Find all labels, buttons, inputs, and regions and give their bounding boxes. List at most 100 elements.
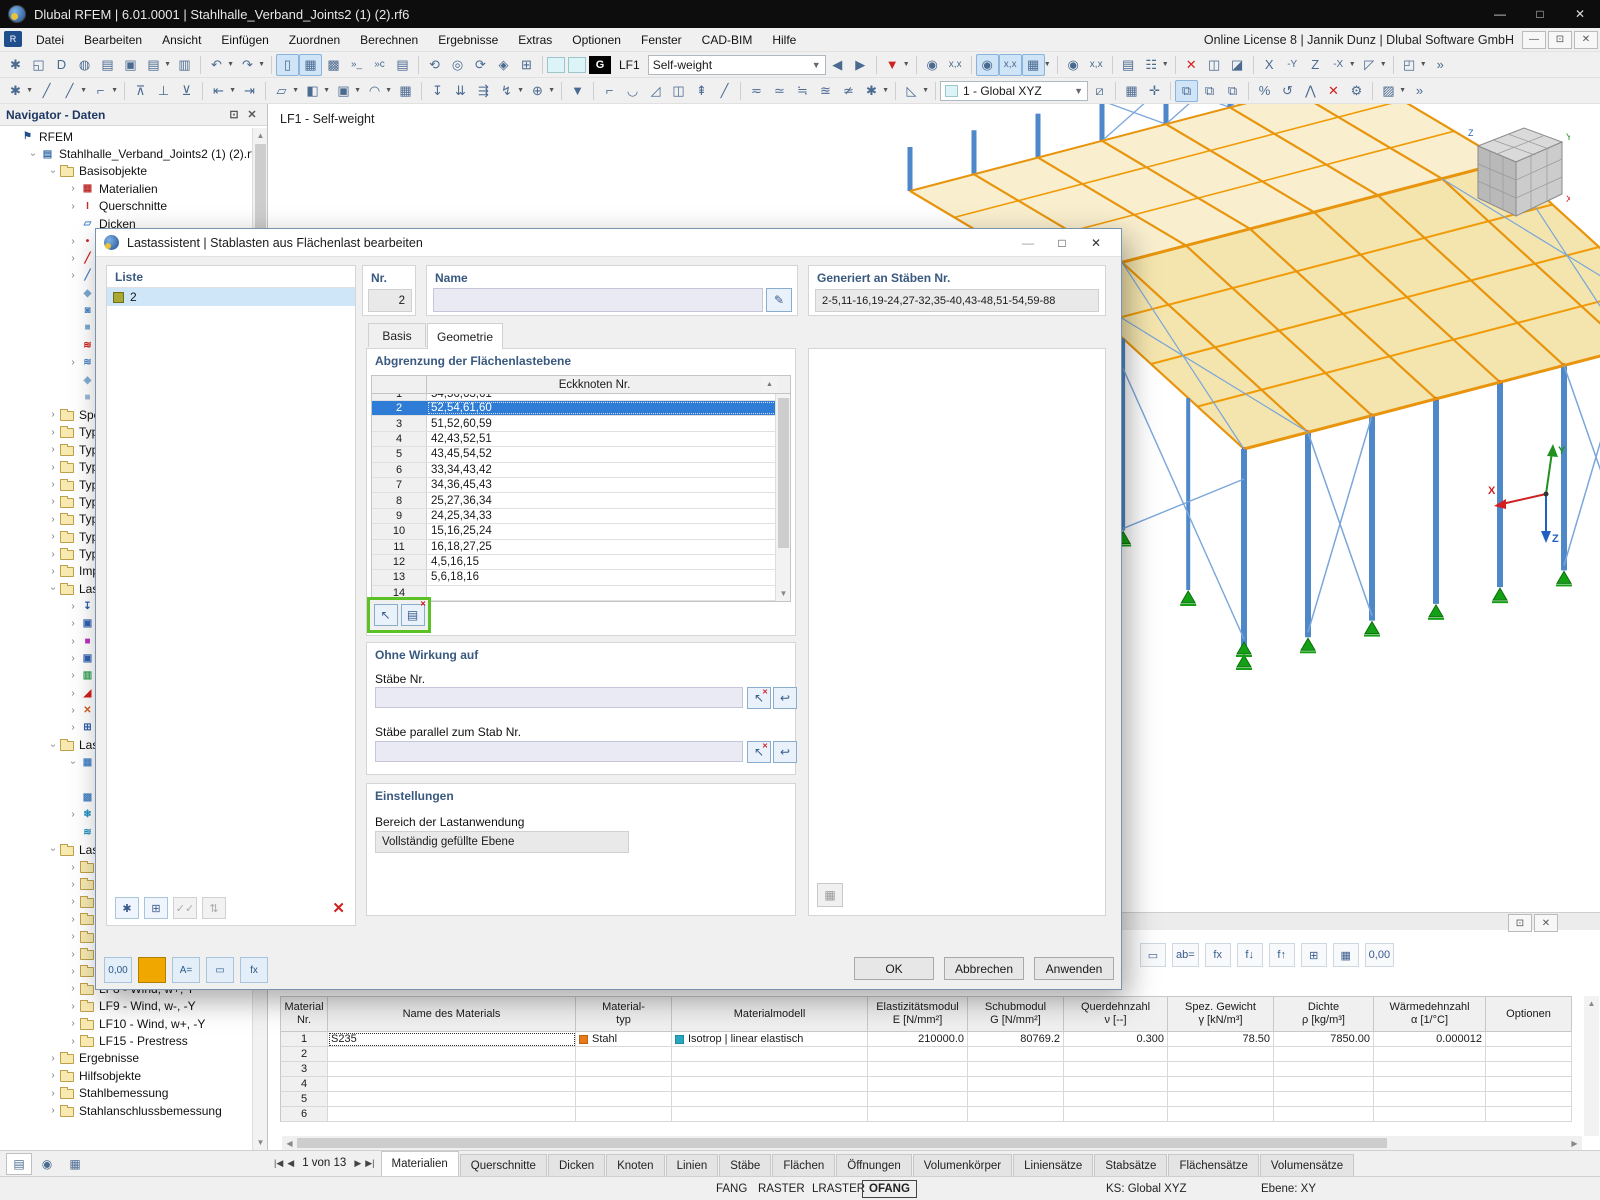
tree-expander-icon[interactable]: › <box>66 1036 80 1047</box>
cancel-button[interactable]: Abbrechen <box>944 957 1024 980</box>
export-formula-icon[interactable]: f↑ <box>1268 943 1295 967</box>
tree-expander-icon[interactable]: › <box>28 147 39 161</box>
units-settings-icon[interactable]: 0,00 <box>104 957 132 983</box>
tree-expander-icon[interactable]: › <box>46 1070 60 1081</box>
tree-expander-icon[interactable]: › <box>66 670 80 681</box>
menu-hilfe[interactable]: Hilfe <box>762 28 806 52</box>
navigator-float-icon[interactable]: ⊡ <box>225 108 243 121</box>
tree-expander-icon[interactable]: › <box>48 164 59 178</box>
cell-alpha[interactable] <box>1374 1077 1486 1092</box>
navigator-tab-data[interactable]: ▤ <box>6 1152 32 1175</box>
cell-gamma[interactable] <box>1168 1092 1274 1107</box>
dialog-close-button[interactable]: ✕ <box>1079 231 1113 255</box>
corner-node-row[interactable]: 12 4,5,16,15 <box>372 554 777 571</box>
cell-alpha[interactable] <box>1374 1092 1486 1107</box>
load-frame-icon[interactable]: ≊ <box>814 80 837 102</box>
result-beam-icon[interactable]: ⇞ <box>690 80 713 102</box>
tree-expander-icon[interactable]: › <box>46 1053 60 1064</box>
snap-toggle-fang[interactable]: FANG <box>710 1180 753 1198</box>
table-tab-flächensätze[interactable]: Flächensätze <box>1168 1154 1259 1176</box>
view-center-icon[interactable]: ◎ <box>446 54 469 76</box>
tree-expander-icon[interactable]: › <box>46 1105 60 1116</box>
corner-node-row[interactable]: 8 25,27,36,34 <box>372 493 777 509</box>
tables-panel-icon[interactable]: ▦ <box>299 53 322 76</box>
staebe-nr-input[interactable] <box>375 687 743 708</box>
new-surface-icon[interactable]: ▱ ▼ <box>270 80 300 102</box>
navigator-tab-display[interactable]: ◉ <box>34 1153 60 1175</box>
cell-nu[interactable] <box>1064 1107 1168 1122</box>
cell-g[interactable] <box>968 1092 1064 1107</box>
work-plane-xy-icon[interactable]: ⧉ <box>1175 79 1198 102</box>
table-vertical-scrollbar[interactable]: ▲ <box>1584 996 1599 1136</box>
tree-expander-icon[interactable]: › <box>66 236 80 247</box>
cell-typ[interactable] <box>576 1092 672 1107</box>
cell-g[interactable] <box>968 1077 1064 1092</box>
corner-node-row[interactable]: 9 24,25,34,33 <box>372 508 777 525</box>
cell-name[interactable]: S235 <box>328 1032 576 1047</box>
cell-alpha[interactable]: 0.000012 <box>1374 1032 1486 1047</box>
corner-node-row[interactable]: 10 15,16,25,24 <box>372 524 777 540</box>
corner-node-value[interactable]: 15,16,25,24 <box>427 524 777 538</box>
menu-extras[interactable]: Extras <box>508 28 562 52</box>
corner-node-row[interactable]: 13 5,6,18,16 <box>372 570 777 586</box>
tree-expander-icon[interactable]: › <box>66 1001 80 1012</box>
corner-node-value[interactable]: 25,27,36,34 <box>427 493 777 507</box>
window-minimize-button[interactable]: — <box>1480 0 1520 28</box>
cell-e[interactable]: 210000.0 <box>868 1032 968 1047</box>
search-in-table-icon[interactable]: ab= <box>1172 943 1199 967</box>
view-in-minus-x-icon[interactable]: -X ▼ <box>1327 54 1356 76</box>
cell-typ[interactable] <box>576 1062 672 1077</box>
tree-expander-icon[interactable]: › <box>46 1088 60 1099</box>
tree-item[interactable]: ⚑ RFEM <box>0 128 252 145</box>
color-swatch-icon[interactable] <box>138 957 166 983</box>
tree-expander-icon[interactable]: › <box>66 688 80 699</box>
cell-g[interactable] <box>968 1107 1064 1122</box>
table-tab-flächen[interactable]: Flächen <box>772 1154 836 1176</box>
new-entry-icon[interactable]: ✱ <box>115 897 139 919</box>
parallel-input[interactable] <box>375 741 743 762</box>
filter-loads-icon[interactable]: ▼ ▼ <box>881 54 910 76</box>
scroll-up-icon[interactable]: ▲ <box>762 376 777 393</box>
new-polyline-icon[interactable]: ⌐ ▼ <box>89 80 118 102</box>
preview-settings-button[interactable]: ▦ <box>817 883 843 907</box>
cell-gamma[interactable]: 78.50 <box>1168 1032 1274 1047</box>
edit-name-button[interactable]: ✎ <box>766 288 792 312</box>
new-opening-icon[interactable]: ▣ ▼ <box>332 80 361 102</box>
zoom-window-icon[interactable]: ⊞ <box>515 54 538 76</box>
dimension-xx-icon[interactable]: ⇥ <box>238 80 261 102</box>
cell-e[interactable] <box>868 1092 968 1107</box>
cell-gamma[interactable] <box>1168 1062 1274 1077</box>
corner-node-row[interactable]: 6 33,34,43,42 <box>372 462 777 478</box>
show-results-icon[interactable]: ◉ <box>1062 54 1085 76</box>
cell-name[interactable] <box>328 1047 576 1062</box>
calculation-icon[interactable]: ☷ ▼ <box>1140 54 1168 76</box>
cell-name[interactable] <box>328 1092 576 1107</box>
cell-g[interactable] <box>968 1047 1064 1062</box>
view-orbit-icon[interactable]: ⟳ <box>469 54 492 76</box>
ok-button[interactable]: OK <box>854 957 934 980</box>
tree-expander-icon[interactable]: › <box>46 514 60 525</box>
cell-typ[interactable] <box>576 1077 672 1092</box>
cell-e[interactable] <box>868 1077 968 1092</box>
cell-nu[interactable] <box>1064 1062 1168 1077</box>
table-units-icon[interactable]: 0,00 <box>1364 943 1395 967</box>
table-horizontal-scrollbar[interactable]: ◀ ▶ <box>282 1136 1582 1150</box>
member-set-icon[interactable]: ⊥ <box>152 80 175 102</box>
import-formula-icon[interactable]: f↓ <box>1236 943 1263 967</box>
cell-rho[interactable] <box>1274 1062 1374 1077</box>
prev-table-button[interactable]: ◀ <box>287 1158 294 1169</box>
tab-geometrie[interactable]: Geometrie <box>427 323 503 349</box>
cell-rho[interactable] <box>1274 1092 1374 1107</box>
load-points-icon[interactable]: ≒ <box>791 80 814 102</box>
new-line-load-icon[interactable]: ⇶ <box>472 80 495 102</box>
corner-node-row[interactable]: 14 <box>372 585 777 602</box>
tree-expander-icon[interactable]: › <box>46 496 60 507</box>
cell-g[interactable]: 80769.2 <box>968 1032 1064 1047</box>
cell-name[interactable] <box>328 1077 576 1092</box>
work-plane-combobox[interactable]: 1 - Global XYZ ▼ <box>940 80 1088 101</box>
new-printout-icon[interactable]: ▥ <box>173 54 196 76</box>
delete-list-entry-icon[interactable]: ✕ <box>332 899 345 917</box>
tree-expander-icon[interactable]: › <box>66 653 80 664</box>
tree-item[interactable]: › Basisobjekte <box>0 163 252 180</box>
navigator-panel-icon[interactable]: ▯ <box>276 53 299 76</box>
